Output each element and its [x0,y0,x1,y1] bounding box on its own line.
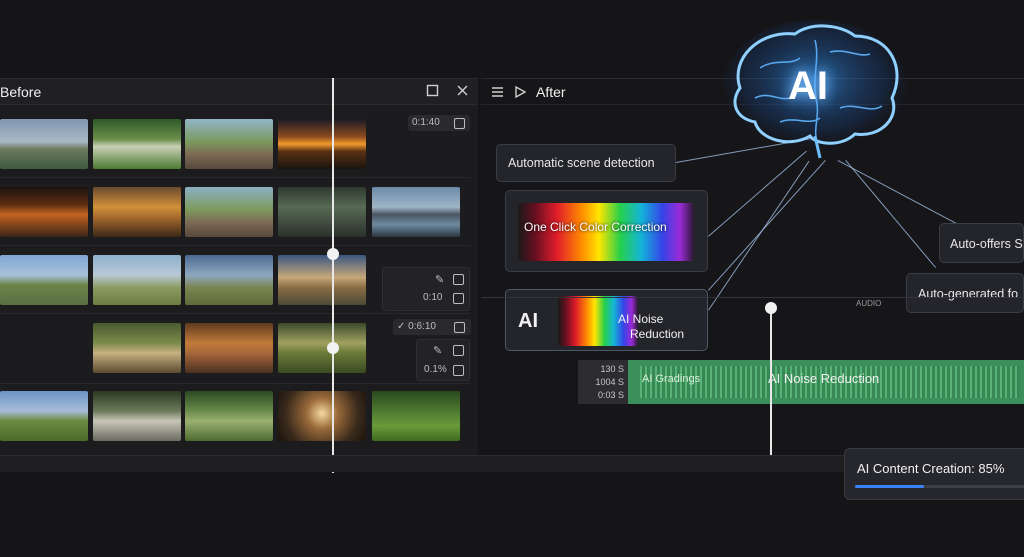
frame-icon[interactable] [453,274,464,285]
clip-thumbnail[interactable] [0,391,88,441]
clip-thumbnail[interactable] [93,391,181,441]
auto-offers-label: Auto-offers S [950,237,1023,251]
noise-reduction-label-2: Reduction [630,327,685,341]
timeline-marker: AUDIO [856,299,882,308]
playhead-line[interactable] [770,308,772,456]
row-divider [0,177,470,178]
frame-icon[interactable] [453,365,464,376]
ai-tag: AI [518,310,538,332]
clip-thumbnail[interactable] [185,323,273,373]
clip-thumbnail[interactable] [0,187,88,237]
clip-tools: ✎ 0:10 [382,267,470,311]
frame-icon[interactable] [454,118,465,129]
clip-thumbnail[interactable] [93,187,181,237]
value-text: 0.1% [424,364,447,375]
clip-thumbnail[interactable] [0,255,88,305]
clip-thumbnail[interactable] [185,187,273,237]
row-divider [0,245,470,246]
clip-thumbnail[interactable] [372,391,460,441]
clip-thumbnail[interactable] [0,119,88,169]
row-divider [0,383,470,384]
compare-handle[interactable] [327,248,339,260]
track-timecodes: 130 S 1004 S 0:03 S [578,360,628,404]
before-panel: Before 0:1:40 ✎ 0:10 ✓ 0:6:10 ✎ 0.1% [0,78,478,472]
row-divider [0,313,470,314]
clip-thumbnail[interactable] [278,119,366,169]
status-text: ✓ 0:6:10 [397,321,436,332]
after-title: After [536,84,566,100]
clip-tools: ✎ 0.1% [416,339,470,381]
clip-thumbnail[interactable] [278,187,366,237]
frame-icon[interactable] [453,293,464,304]
progress-card: AI Content Creation: 85% [844,448,1024,500]
progress-bar [855,485,1024,488]
color-correction-card[interactable]: One Click Color Correction [505,190,708,272]
value-text: 0:10 [423,292,443,303]
clip-thumbnail[interactable] [278,391,366,441]
clip-thumbnail[interactable] [185,391,273,441]
compare-divider[interactable] [332,78,334,473]
scene-detection-label: Automatic scene detection [508,156,655,170]
auto-offers-card[interactable]: Auto-offers S [939,223,1024,263]
timeline-ruler [481,297,1024,298]
clip-thumbnail[interactable] [93,255,181,305]
before-title: Before [0,84,42,100]
ai-brain-graphic: AI [720,18,910,168]
timecode: 0:03 S [597,390,624,400]
frame-icon[interactable] [453,345,464,356]
wand-icon[interactable]: ✎ [435,273,444,286]
clip-thumbnail[interactable] [278,323,366,373]
close-icon[interactable] [455,84,469,98]
auto-generated-card[interactable]: Auto-generated fo [906,273,1024,313]
progress-fill [855,485,924,488]
noise-reduction-label-1: AI Noise [618,312,664,326]
clip-thumbnail[interactable] [93,323,181,373]
timecode: 1004 S [595,377,624,387]
progress-label: AI Content Creation: 85% [857,461,1005,476]
clip-thumbnail[interactable] [185,255,273,305]
track-label: AI Gradings [642,373,701,385]
wand-icon[interactable]: ✎ [433,344,442,357]
scene-detection-card[interactable]: Automatic scene detection [496,144,676,182]
play-icon[interactable] [514,85,527,103]
clip-thumbnail[interactable] [93,119,181,169]
menu-icon[interactable] [491,85,504,103]
ai-brain-label: AI [788,64,828,108]
clip-thumbnail[interactable] [278,255,366,305]
frame-icon[interactable] [454,322,465,333]
noise-reduction-card[interactable]: AI AI Noise Reduction [505,289,708,351]
auto-generated-label: Auto-generated fo [918,287,1019,301]
maximize-icon[interactable] [425,84,439,98]
compare-handle[interactable] [327,342,339,354]
timecode: 130 S [600,364,624,374]
track-label: AI Noise Reduction [768,371,880,386]
video-editor-app: Before 0:1:40 ✎ 0:10 ✓ 0:6:10 ✎ 0.1% Aft… [0,0,1024,557]
clip-thumbnail[interactable] [372,187,460,237]
duration-text: 0:1:40 [412,117,440,128]
color-correction-label: One Click Color Correction [524,220,667,234]
playhead-handle[interactable] [765,302,777,314]
clip-thumbnail[interactable] [185,119,273,169]
before-header: Before [0,79,478,105]
